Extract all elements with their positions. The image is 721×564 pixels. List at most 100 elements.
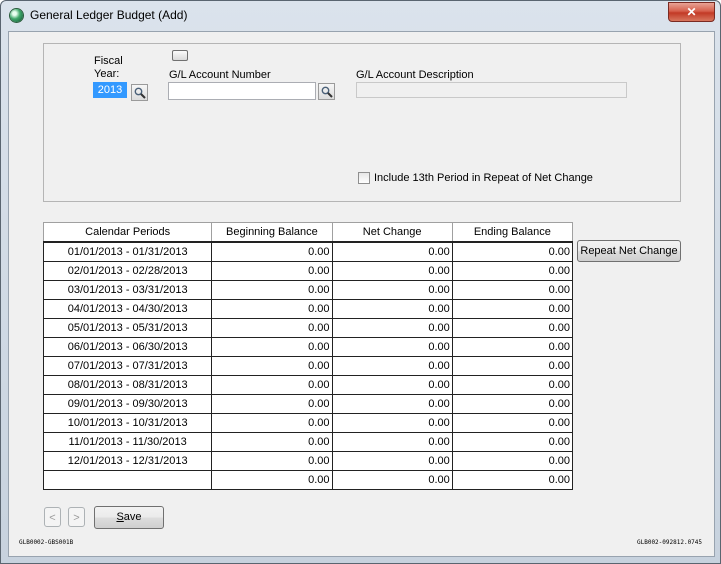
app-logo-icon: [10, 9, 23, 22]
ending-balance-cell[interactable]: 0.00: [451, 337, 574, 357]
form-code-right: GLB002-092812.0745: [637, 539, 703, 546]
ending-balance-cell[interactable]: 0.00: [451, 432, 574, 452]
net-change-cell[interactable]: 0.00: [331, 337, 453, 357]
table-row: 09/01/2013 - 09/30/2013 0.00 0.00 0.00: [42, 394, 574, 414]
ending-balance-cell[interactable]: 0.00: [451, 413, 574, 433]
title-bar: General Ledger Budget (Add) ✕: [1, 1, 720, 29]
fiscal-year-toggle-button[interactable]: [172, 50, 188, 61]
period-cell: 07/01/2013 - 07/31/2013: [42, 356, 213, 376]
table-row: 06/01/2013 - 06/30/2013 0.00 0.00 0.00: [42, 337, 574, 357]
beginning-balance-cell[interactable]: 0.00: [211, 432, 333, 452]
previous-record-button[interactable]: <: [44, 507, 61, 527]
beginning-balance-cell[interactable]: 0.00: [211, 280, 333, 300]
beginning-balance-cell[interactable]: 0.00: [211, 451, 333, 471]
beginning-balance-cell[interactable]: 0.00: [211, 261, 333, 281]
account-panel: Fiscal Year: 2013 G/L Account Number G/L…: [43, 43, 681, 202]
account-description-label: G/L Account Description: [356, 69, 474, 81]
dialog-body: Fiscal Year: 2013 G/L Account Number G/L…: [8, 31, 715, 557]
period-cell: 12/01/2013 - 12/31/2013: [42, 451, 213, 471]
search-icon: [321, 86, 333, 98]
period-cell: 04/01/2013 - 04/30/2013: [42, 299, 213, 319]
table-row: 02/01/2013 - 02/28/2013 0.00 0.00 0.00: [42, 261, 574, 281]
net-change-cell[interactable]: 0.00: [331, 299, 453, 319]
beginning-balance-cell[interactable]: 0.00: [211, 318, 333, 338]
period-cell: 11/01/2013 - 11/30/2013: [42, 432, 213, 452]
ending-balance-cell[interactable]: 0.00: [451, 280, 574, 300]
beginning-balance-cell[interactable]: 0.00: [211, 470, 333, 490]
budget-periods-table: Calendar Periods Beginning Balance Net C…: [42, 222, 574, 490]
ending-balance-cell[interactable]: 0.00: [451, 375, 574, 395]
account-number-lookup-button[interactable]: [318, 83, 335, 100]
beginning-balance-cell[interactable]: 0.00: [211, 375, 333, 395]
column-header-calendar-periods: Calendar Periods: [42, 222, 213, 243]
net-change-cell[interactable]: 0.00: [331, 280, 453, 300]
table-header-row: Calendar Periods Beginning Balance Net C…: [42, 222, 574, 243]
period-cell: 02/01/2013 - 02/28/2013: [42, 261, 213, 281]
table-row: 04/01/2013 - 04/30/2013 0.00 0.00 0.00: [42, 299, 574, 319]
ending-balance-cell[interactable]: 0.00: [451, 451, 574, 471]
table-row: 10/01/2013 - 10/31/2013 0.00 0.00 0.00: [42, 413, 574, 433]
period-cell: 08/01/2013 - 08/31/2013: [42, 375, 213, 395]
table-row: 0.00 0.00 0.00: [42, 470, 574, 490]
beginning-balance-cell[interactable]: 0.00: [211, 394, 333, 414]
period-cell: 09/01/2013 - 09/30/2013: [42, 394, 213, 414]
table-row: 05/01/2013 - 05/31/2013 0.00 0.00 0.00: [42, 318, 574, 338]
net-change-cell[interactable]: 0.00: [331, 394, 453, 414]
fiscal-year-label: Fiscal Year:: [94, 55, 123, 80]
period-cell: 01/01/2013 - 01/31/2013: [42, 241, 213, 262]
window-title: General Ledger Budget (Add): [30, 8, 188, 22]
search-icon: [134, 87, 146, 99]
ending-balance-cell[interactable]: 0.00: [451, 299, 574, 319]
ending-balance-cell[interactable]: 0.00: [451, 241, 574, 262]
table-row: 11/01/2013 - 11/30/2013 0.00 0.00 0.00: [42, 432, 574, 452]
fiscal-year-label-line2: Year:: [94, 68, 120, 80]
net-change-cell[interactable]: 0.00: [331, 413, 453, 433]
beginning-balance-cell[interactable]: 0.00: [211, 241, 333, 262]
column-header-net-change: Net Change: [331, 222, 453, 243]
period-cell: 05/01/2013 - 05/31/2013: [42, 318, 213, 338]
column-header-ending-balance: Ending Balance: [451, 222, 574, 243]
table-row: 01/01/2013 - 01/31/2013 0.00 0.00 0.00: [42, 241, 574, 262]
net-change-cell[interactable]: 0.00: [331, 470, 453, 490]
ending-balance-cell[interactable]: 0.00: [451, 394, 574, 414]
table-row: 03/01/2013 - 03/31/2013 0.00 0.00 0.00: [42, 280, 574, 300]
next-record-button[interactable]: >: [68, 507, 85, 527]
net-change-cell[interactable]: 0.00: [331, 261, 453, 281]
account-number-input[interactable]: [168, 82, 316, 100]
ending-balance-cell[interactable]: 0.00: [451, 470, 574, 490]
net-change-cell[interactable]: 0.00: [331, 375, 453, 395]
include-13th-period-checkbox[interactable]: [358, 172, 370, 184]
table-row: 12/01/2013 - 12/31/2013 0.00 0.00 0.00: [42, 451, 574, 471]
repeat-net-change-button[interactable]: Repeat Net Change: [577, 240, 681, 262]
net-change-cell[interactable]: 0.00: [331, 356, 453, 376]
beginning-balance-cell[interactable]: 0.00: [211, 413, 333, 433]
column-header-beginning-balance: Beginning Balance: [211, 222, 333, 243]
ending-balance-cell[interactable]: 0.00: [451, 318, 574, 338]
net-change-cell[interactable]: 0.00: [331, 318, 453, 338]
app-window: General Ledger Budget (Add) ✕ Fiscal Yea…: [0, 0, 721, 564]
beginning-balance-cell[interactable]: 0.00: [211, 299, 333, 319]
account-number-label: G/L Account Number: [169, 69, 271, 81]
table-row: 08/01/2013 - 08/31/2013 0.00 0.00 0.00: [42, 375, 574, 395]
table-row: 07/01/2013 - 07/31/2013 0.00 0.00 0.00: [42, 356, 574, 376]
form-code-left: GLB0002-GBS001B: [19, 539, 74, 546]
fiscal-year-label-line1: Fiscal: [94, 55, 123, 67]
ending-balance-cell[interactable]: 0.00: [451, 261, 574, 281]
period-cell: 06/01/2013 - 06/30/2013: [42, 337, 213, 357]
include-13th-period-label: Include 13th Period in Repeat of Net Cha…: [374, 172, 593, 184]
period-cell: 03/01/2013 - 03/31/2013: [42, 280, 213, 300]
net-change-cell[interactable]: 0.00: [331, 241, 453, 262]
fiscal-year-lookup-button[interactable]: [131, 84, 148, 101]
period-cell: [42, 470, 213, 490]
save-button-mnemonic: S: [116, 511, 124, 523]
ending-balance-cell[interactable]: 0.00: [451, 356, 574, 376]
net-change-cell[interactable]: 0.00: [331, 451, 453, 471]
account-description-field: [356, 82, 627, 98]
save-button-label: ave: [123, 511, 142, 523]
beginning-balance-cell[interactable]: 0.00: [211, 356, 333, 376]
save-button[interactable]: Save: [94, 506, 164, 529]
close-button[interactable]: ✕: [668, 2, 715, 22]
net-change-cell[interactable]: 0.00: [331, 432, 453, 452]
fiscal-year-input[interactable]: 2013: [93, 82, 127, 98]
beginning-balance-cell[interactable]: 0.00: [211, 337, 333, 357]
